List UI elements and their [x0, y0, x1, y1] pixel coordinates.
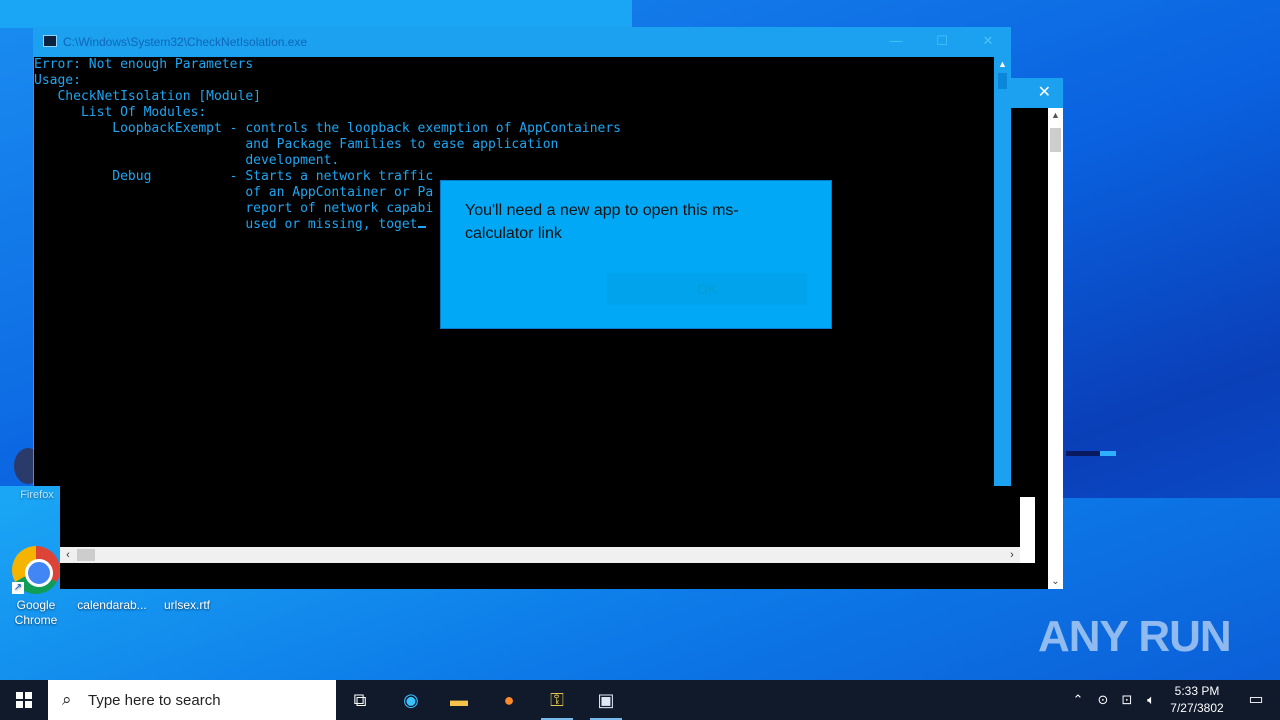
windows-logo-icon — [16, 692, 32, 708]
search-icon: ⌕ — [62, 690, 72, 709]
console-lower-area — [60, 497, 1020, 547]
desktop-icon-label: Google Chrome — [14, 598, 58, 627]
console-line: Usage: — [34, 73, 81, 88]
text-cursor — [417, 226, 426, 228]
dialog-message: You'll need a new app to open this ms-ca… — [465, 202, 739, 242]
scroll-down-icon[interactable]: ⌄ — [1048, 576, 1063, 587]
console-taskbar-icon[interactable]: ▣ — [582, 680, 630, 720]
task-view-icon[interactable]: ⧉ — [336, 680, 384, 720]
minimize-icon[interactable]: — — [873, 31, 919, 53]
maximize-icon[interactable]: ☐ — [919, 31, 965, 53]
scroll-left-icon[interactable]: ‹ — [60, 547, 76, 563]
notification-icon[interactable]: ▭ — [1232, 680, 1280, 720]
search-placeholder: Type here to search — [88, 692, 221, 709]
close-icon[interactable]: ✕ — [1038, 82, 1051, 102]
vertical-scrollbar[interactable]: ▲ — [994, 57, 1011, 486]
scroll-up-icon[interactable]: ▲ — [1048, 110, 1063, 120]
scroll-right-icon[interactable]: › — [1004, 547, 1020, 563]
console-line: and Package Families to ease application — [34, 137, 559, 152]
console-line: CheckNetIsolation [Module] — [34, 89, 261, 104]
close-icon[interactable]: ✕ — [965, 31, 1011, 53]
scroll-up-icon[interactable]: ▲ — [994, 59, 1011, 69]
glitch-bar — [1066, 451, 1116, 456]
console-app-icon — [43, 35, 57, 47]
clock-time: 5:33 PM — [1174, 684, 1220, 698]
window-titlebar[interactable]: C:\Windows\System32\CheckNetIsolation.ex… — [33, 27, 1011, 57]
meet-now-icon[interactable]: ⊙ — [1092, 680, 1114, 720]
key-app-icon[interactable]: ⚿ — [533, 680, 581, 720]
desktop-icon-label: calendarab... — [77, 598, 147, 612]
console-line: List Of Modules: — [34, 105, 207, 120]
scroll-thumb[interactable] — [77, 549, 95, 561]
anyrun-watermark: ANY RUN — [1038, 612, 1232, 661]
file-explorer-icon[interactable]: ▬ — [435, 680, 483, 720]
network-icon[interactable]: ⊡ — [1116, 680, 1138, 720]
show-hidden-icons-icon[interactable]: ⌃ — [1068, 680, 1088, 720]
start-button[interactable] — [0, 680, 48, 720]
edge-icon[interactable]: ◉ — [387, 680, 435, 720]
volume-icon[interactable]: 🔈︎ — [1140, 680, 1162, 720]
desktop: Firefox ↗ Google Chrome calendarab... ur… — [0, 0, 1280, 680]
firefox-icon[interactable]: ● — [485, 680, 533, 720]
desktop-icon-label: urlsex.rtf — [163, 598, 210, 612]
ok-button[interactable]: OK — [607, 273, 807, 305]
system-clock[interactable]: 5:33 PM 7/27/3802 — [1162, 683, 1232, 717]
open-app-dialog: You'll need a new app to open this ms-ca… — [440, 180, 832, 329]
console-bottom-area — [86, 563, 1046, 589]
chrome-icon: ↗ — [12, 546, 60, 594]
console-line: used or missing, toget — [34, 217, 418, 232]
window-title: C:\Windows\System32\CheckNetIsolation.ex… — [63, 35, 308, 49]
clock-date: 7/27/3802 — [1170, 701, 1224, 715]
scroll-thumb[interactable] — [1050, 128, 1061, 152]
desktop-glitch-band — [0, 0, 632, 28]
console-line: Error: Not enough Parameters — [34, 57, 254, 72]
console-line: LoopbackExempt - controls the loopback e… — [34, 121, 621, 136]
console-line: development. — [34, 153, 340, 168]
scrollbar-corner — [1020, 497, 1035, 563]
vertical-scrollbar[interactable]: ▲ ⌄ — [1048, 108, 1063, 589]
taskbar: ⌕ Type here to search ⧉ ◉ ▬ ● ⚿ ▣ ⌃ ⊙ ⊡ … — [0, 680, 1280, 720]
scroll-thumb[interactable] — [998, 73, 1007, 89]
taskbar-search-box[interactable]: ⌕ Type here to search — [48, 680, 336, 720]
shortcut-arrow-icon: ↗ — [12, 582, 24, 594]
horizontal-scrollbar[interactable]: ‹ › — [60, 547, 1020, 563]
